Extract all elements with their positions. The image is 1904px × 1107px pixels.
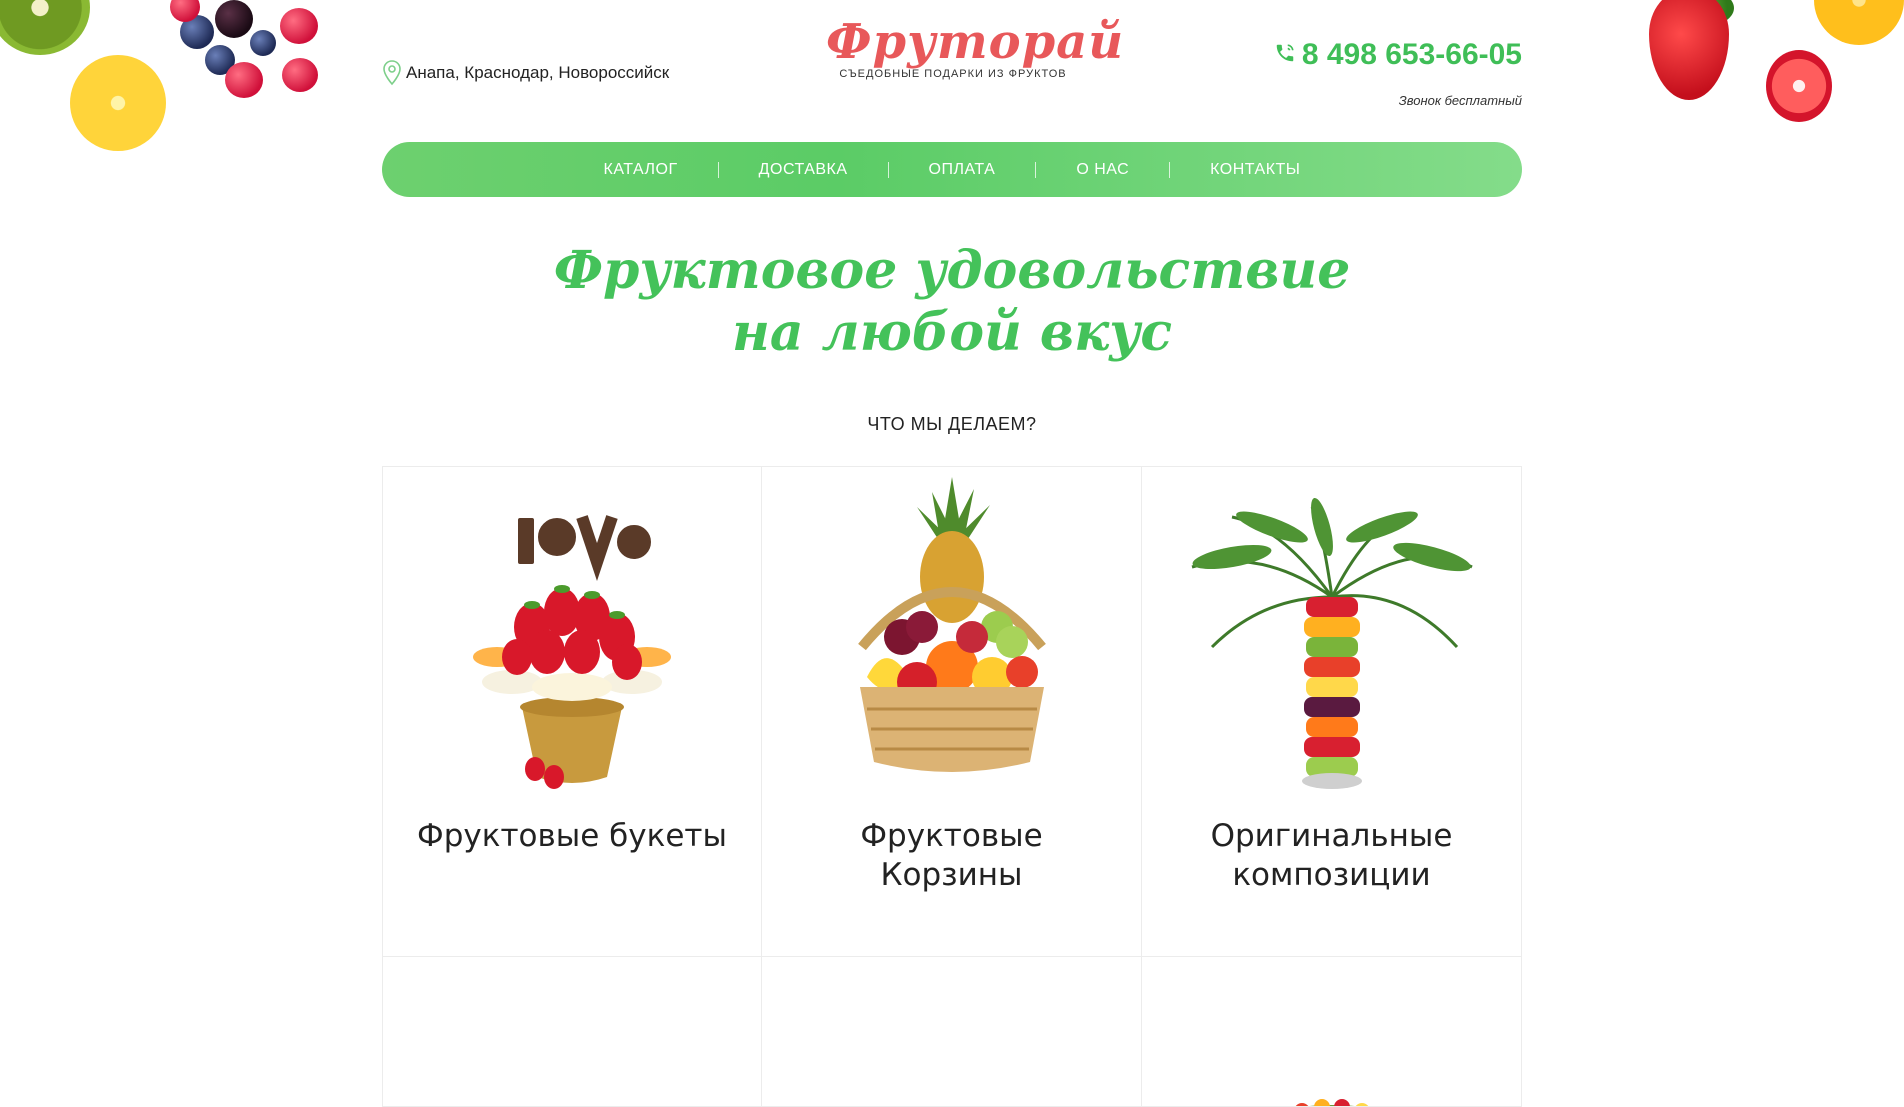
nav-item-delivery[interactable]: ДОСТАВКА: [719, 161, 888, 179]
category-grid: Фруктовые букеты Фруктовые Корзины Ориги…: [382, 466, 1522, 1107]
category-card[interactable]: [1142, 957, 1522, 1107]
headline-line-1: Фруктовое удовольствие: [553, 240, 1351, 301]
headline-line-2: на любой вкус: [731, 302, 1173, 363]
kiwi-decoration: [0, 0, 90, 55]
fruit-bouquet-image: [473, 515, 671, 789]
card-title: Фруктовые букеты: [417, 818, 727, 854]
category-card[interactable]: [382, 957, 762, 1107]
phone-icon: [1274, 42, 1296, 68]
main-nav: КАТАЛОГ ДОСТАВКА ОПЛАТА О НАС КОНТАКТЫ: [382, 142, 1522, 197]
blueberry-decoration: [250, 30, 276, 56]
card-title: Фруктовые Корзины: [860, 818, 1043, 893]
nav-item-about[interactable]: О НАС: [1036, 161, 1169, 179]
section-label: ЧТО МЫ ДЕЛАЕМ?: [867, 414, 1037, 434]
strawberry-half-decoration: [1766, 50, 1832, 122]
card-title: Оригинальные композиции: [1210, 818, 1453, 893]
phone[interactable]: 8 498 653-66-05: [1274, 38, 1522, 72]
fruit-arrangement-image: [1295, 1099, 1368, 1106]
logo-subtitle: СЪЕДОБНЫЕ ПОДАРКИ ИЗ ФРУКТОВ: [839, 68, 1067, 80]
fruit-palm-image: [1191, 497, 1473, 789]
nav-item-payment[interactable]: ОПЛАТА: [889, 161, 1036, 179]
logo[interactable]: Фруторай СЪЕДОБНЫЕ ПОДАРКИ ИЗ ФРУКТОВ: [826, 14, 1125, 80]
orange-decoration: [1814, 0, 1904, 45]
location: Анапа, Краснодар, Новороссийск: [382, 60, 669, 86]
fruit-basket-image: [857, 477, 1046, 772]
strawberry-decoration: [1649, 0, 1729, 100]
raspberry-decoration: [225, 62, 263, 98]
blackberry-decoration: [215, 0, 253, 38]
hero-headline: Фруктовое удовольствие на любой вкус: [382, 240, 1522, 364]
category-card[interactable]: [762, 957, 1142, 1107]
location-text: Анапа, Краснодар, Новороссийск: [406, 63, 670, 82]
category-card[interactable]: Фруктовые букеты: [382, 467, 762, 957]
fruit-arrangement-image: [882, 1057, 1022, 1107]
lemon-decoration: [70, 55, 166, 151]
phone-number[interactable]: 8 498 653-66-05: [1302, 38, 1522, 72]
logo-title: Фруторай: [826, 14, 1125, 70]
category-card[interactable]: Фруктовые Корзины: [762, 467, 1142, 957]
nav-item-contacts[interactable]: КОНТАКТЫ: [1170, 161, 1340, 179]
category-card[interactable]: Оригинальные композиции: [1142, 467, 1522, 957]
raspberry-decoration: [280, 8, 318, 44]
raspberry-decoration: [282, 58, 318, 92]
nav-item-catalog[interactable]: КАТАЛОГ: [564, 161, 718, 179]
phone-note: Звонок бесплатный: [1398, 93, 1522, 108]
map-pin-icon: [382, 60, 402, 86]
